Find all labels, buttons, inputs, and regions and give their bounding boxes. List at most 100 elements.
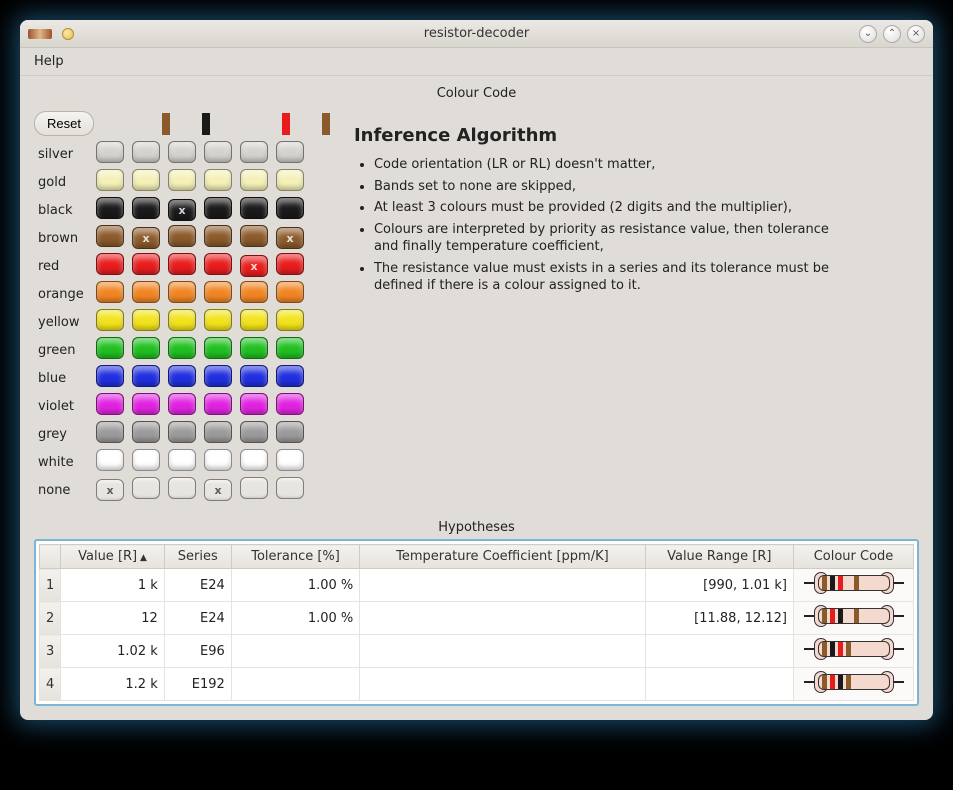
swatch-none-band-4[interactable]: x [204,479,232,501]
swatch-red-band-4[interactable] [204,253,232,275]
column-header-value[interactable]: Value [R] [61,545,164,569]
swatch-none-band-2[interactable] [132,477,160,499]
swatch-grey-band-2[interactable] [132,421,160,443]
swatch-orange-band-3[interactable] [168,281,196,303]
table-row[interactable]: 41.2 kE192 [40,668,914,701]
row-number: 3 [40,635,61,668]
swatch-green-band-4[interactable] [204,337,232,359]
swatch-green-band-1[interactable] [96,337,124,359]
swatch-silver-band-6[interactable] [276,141,304,163]
swatch-yellow-band-2[interactable] [132,309,160,331]
swatch-brown-band-2[interactable]: x [132,227,160,249]
swatch-violet-band-4[interactable] [204,393,232,415]
table-row[interactable]: 31.02 kE96 [40,635,914,668]
info-bullet-5: The resistance value must exists in a se… [374,260,854,295]
swatch-black-band-5[interactable] [240,197,268,219]
band-preview-slot-4 [242,113,250,135]
swatch-none-band-6[interactable] [276,477,304,499]
swatch-violet-band-6[interactable] [276,393,304,415]
info-bullet-3: At least 3 colours must be provided (2 d… [374,199,854,217]
column-header-tempco[interactable]: Temperature Coefficient [ppm/K] [360,545,645,569]
swatch-none-band-5[interactable] [240,477,268,499]
swatch-silver-band-1[interactable] [96,141,124,163]
swatch-grey-band-5[interactable] [240,421,268,443]
swatch-red-band-5[interactable]: x [240,255,268,277]
swatch-grey-band-3[interactable] [168,421,196,443]
swatch-black-band-2[interactable] [132,197,160,219]
swatch-blue-band-4[interactable] [204,365,232,387]
swatch-brown-band-3[interactable] [168,225,196,247]
swatch-blue-band-1[interactable] [96,365,124,387]
swatch-none-band-3[interactable] [168,477,196,499]
swatch-violet-band-1[interactable] [96,393,124,415]
swatch-orange-band-4[interactable] [204,281,232,303]
swatch-yellow-band-3[interactable] [168,309,196,331]
cell-tolerance [231,635,360,668]
swatch-grey-band-6[interactable] [276,421,304,443]
column-header-range[interactable]: Value Range [R] [645,545,793,569]
swatch-white-band-6[interactable] [276,449,304,471]
band-preview-slot-2 [162,113,170,135]
swatch-gold-band-4[interactable] [204,169,232,191]
swatch-gold-band-5[interactable] [240,169,268,191]
swatch-silver-band-3[interactable] [168,141,196,163]
swatch-brown-band-4[interactable] [204,225,232,247]
swatch-silver-band-5[interactable] [240,141,268,163]
swatch-green-band-3[interactable] [168,337,196,359]
table-row[interactable]: 212E241.00 %[11.88, 12.12] [40,602,914,635]
swatch-gold-band-1[interactable] [96,169,124,191]
reset-button[interactable]: Reset [34,111,94,136]
swatch-brown-band-1[interactable] [96,225,124,247]
swatch-violet-band-2[interactable] [132,393,160,415]
swatch-none-band-1[interactable]: x [96,479,124,501]
swatch-yellow-band-4[interactable] [204,309,232,331]
swatch-yellow-band-6[interactable] [276,309,304,331]
swatch-red-band-3[interactable] [168,253,196,275]
cell-value: 12 [61,602,164,635]
info-heading: Inference Algorithm [354,125,854,146]
swatch-yellow-band-5[interactable] [240,309,268,331]
swatch-black-band-6[interactable] [276,197,304,219]
hypotheses-table: Value [R]SeriesTolerance [%]Temperature … [39,544,914,701]
cell-colour-code [794,569,914,602]
swatch-white-band-5[interactable] [240,449,268,471]
swatch-blue-band-2[interactable] [132,365,160,387]
swatch-black-band-3[interactable]: x [168,199,196,221]
swatch-green-band-2[interactable] [132,337,160,359]
swatch-orange-band-1[interactable] [96,281,124,303]
swatch-violet-band-5[interactable] [240,393,268,415]
swatch-gold-band-3[interactable] [168,169,196,191]
swatch-green-band-6[interactable] [276,337,304,359]
swatch-gold-band-6[interactable] [276,169,304,191]
swatch-silver-band-2[interactable] [132,141,160,163]
swatch-orange-band-6[interactable] [276,281,304,303]
swatch-red-band-6[interactable] [276,253,304,275]
column-header-code[interactable]: Colour Code [794,545,914,569]
swatch-gold-band-2[interactable] [132,169,160,191]
swatch-white-band-3[interactable] [168,449,196,471]
swatch-orange-band-5[interactable] [240,281,268,303]
table-row[interactable]: 11 kE241.00 %[990, 1.01 k] [40,569,914,602]
swatch-brown-band-5[interactable] [240,225,268,247]
swatch-grey-band-1[interactable] [96,421,124,443]
menu-help[interactable]: Help [28,52,70,71]
swatch-blue-band-6[interactable] [276,365,304,387]
swatch-black-band-1[interactable] [96,197,124,219]
column-header-tolerance[interactable]: Tolerance [%] [231,545,360,569]
swatch-grey-band-4[interactable] [204,421,232,443]
swatch-blue-band-5[interactable] [240,365,268,387]
swatch-violet-band-3[interactable] [168,393,196,415]
swatch-white-band-2[interactable] [132,449,160,471]
swatch-white-band-1[interactable] [96,449,124,471]
swatch-brown-band-6[interactable]: x [276,227,304,249]
swatch-black-band-4[interactable] [204,197,232,219]
swatch-white-band-4[interactable] [204,449,232,471]
swatch-red-band-2[interactable] [132,253,160,275]
swatch-green-band-5[interactable] [240,337,268,359]
swatch-red-band-1[interactable] [96,253,124,275]
swatch-blue-band-3[interactable] [168,365,196,387]
swatch-silver-band-4[interactable] [204,141,232,163]
column-header-series[interactable]: Series [164,545,231,569]
swatch-orange-band-2[interactable] [132,281,160,303]
swatch-yellow-band-1[interactable] [96,309,124,331]
